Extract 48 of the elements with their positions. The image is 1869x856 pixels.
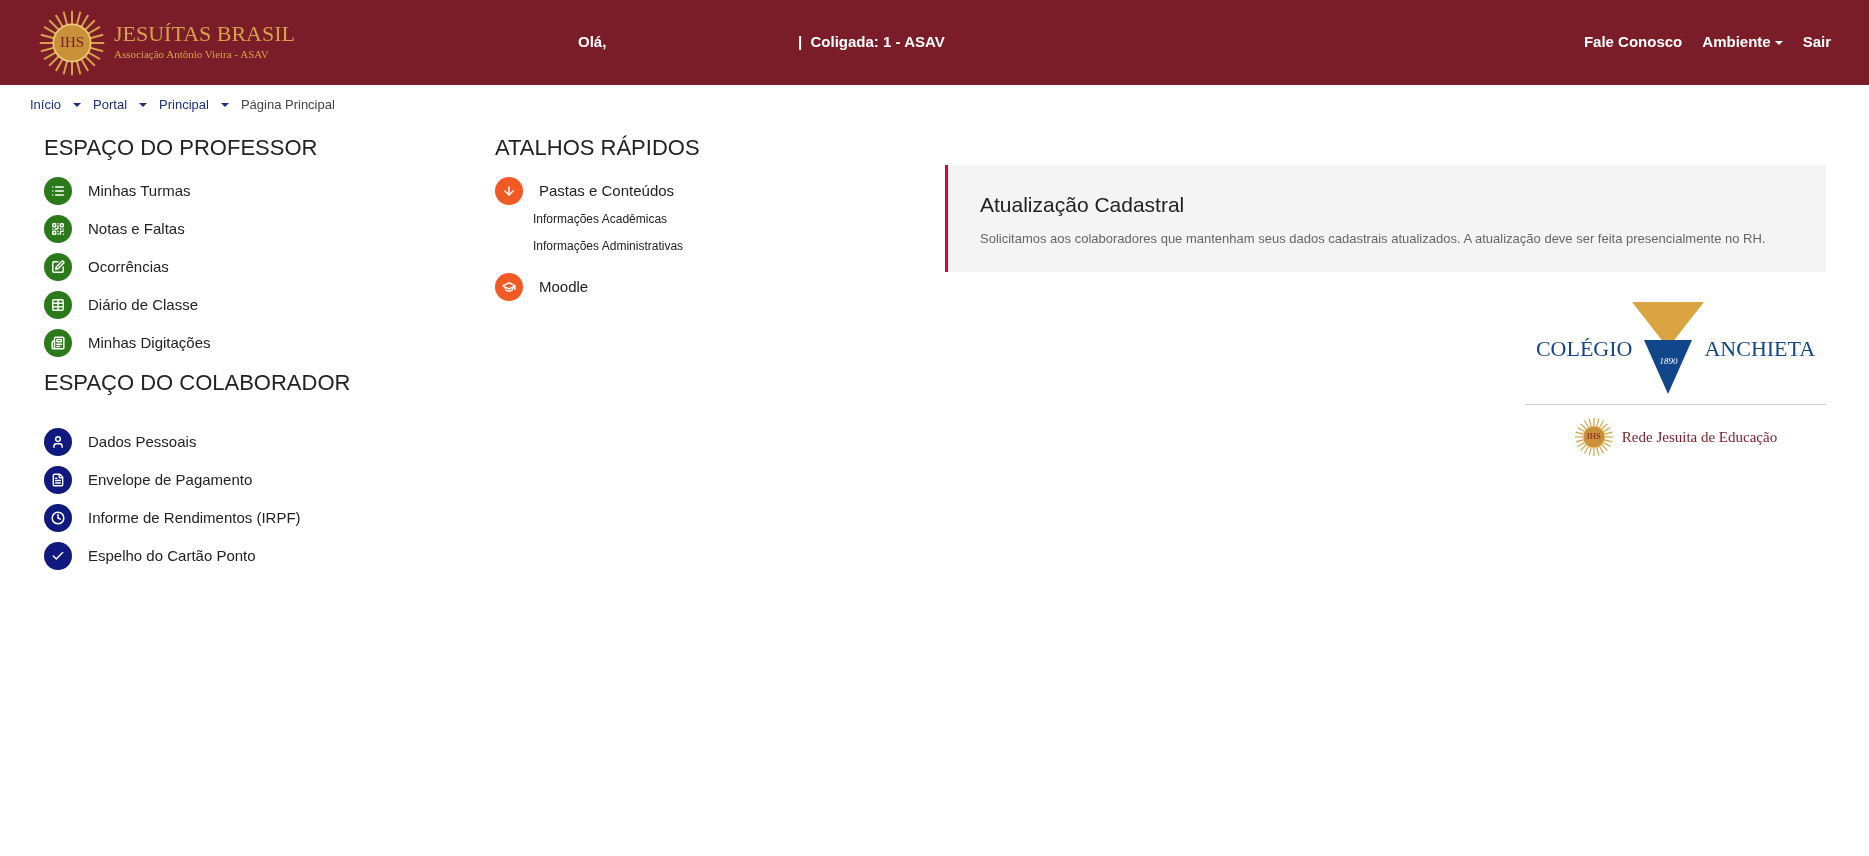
menu-link[interactable]: Notas e Faltas (88, 217, 185, 241)
menu-link[interactable]: Moodle (539, 275, 589, 299)
arrow-down-icon (495, 177, 523, 205)
breadcrumb-link[interactable]: Principal (159, 95, 209, 115)
menu-link[interactable]: Ocorrências (88, 255, 169, 279)
breadcrumb-current: Página Principal (240, 96, 335, 115)
notice-title: Atualização Cadastral (980, 192, 1186, 218)
network-name-text: Rede Jesuita de Educação (1621, 427, 1778, 447)
menu-link[interactable]: Minhas Turmas (88, 179, 191, 203)
menu-link[interactable]: Diário de Classe (88, 293, 199, 317)
user-icon (44, 428, 72, 456)
caret-icon (139, 103, 148, 107)
section-heading: ESPAÇO DO COLABORADOR (44, 369, 352, 397)
qr-code-icon (44, 215, 72, 243)
school-name-text: COLÉGIO (1535, 334, 1633, 363)
logo-year: 1890 (1659, 354, 1678, 368)
menu-link[interactable]: Espelho do Cartão Ponto (88, 544, 256, 568)
caret-icon (220, 103, 229, 107)
graduation-cap-icon (495, 273, 523, 301)
breadcrumb-link[interactable]: Início (30, 95, 62, 115)
nav-link[interactable]: Fale Conosco (1583, 31, 1683, 54)
menu-link[interactable]: Minhas Digitações (88, 331, 211, 355)
breadcrumb-link[interactable]: Portal (93, 95, 128, 115)
menu-link[interactable]: Dados Pessoais (88, 430, 197, 454)
menu-link[interactable]: Envelope de Pagamento (88, 468, 253, 492)
submenu-link[interactable]: Informações Administrativas (533, 237, 945, 264)
logo-subtitle: Associação Antônio Vieira - ASAV (114, 47, 270, 63)
menu-link[interactable]: Pastas e Conteúdos (539, 179, 675, 203)
school-name-text: ANCHIETA (1704, 334, 1816, 363)
nav-link[interactable]: Ambiente (1702, 31, 1783, 54)
list-icon (44, 177, 72, 205)
checkmark-icon (44, 542, 72, 570)
nav-link[interactable]: Sair (1802, 31, 1831, 54)
caret-icon (73, 103, 82, 107)
edit-icon (44, 253, 72, 281)
section-heading: ATALHOS RÁPIDOS (495, 134, 701, 162)
clock-icon (44, 504, 72, 532)
greeting-text: Olá, (578, 32, 608, 53)
coligada-text: | Coligada: 1 - ASAV (798, 32, 945, 53)
caret-icon (1774, 40, 1783, 45)
document-lines-icon (44, 329, 72, 357)
notice-text: Solicitamos aos colaboradores que mantenham seus dados cadastrais atualizados. A atualização deve ser feita presencialmente no RH. (980, 229, 1767, 248)
menu-link[interactable]: Informe de Rendimentos (IRPF) (88, 506, 301, 530)
submenu-link[interactable]: Informações Acadêmicas (533, 210, 945, 237)
document-icon (44, 466, 72, 494)
logo-title: JESUÍTAS BRASIL (114, 22, 295, 47)
table-icon (44, 291, 72, 319)
section-heading: ESPAÇO DO PROFESSOR (44, 134, 319, 162)
